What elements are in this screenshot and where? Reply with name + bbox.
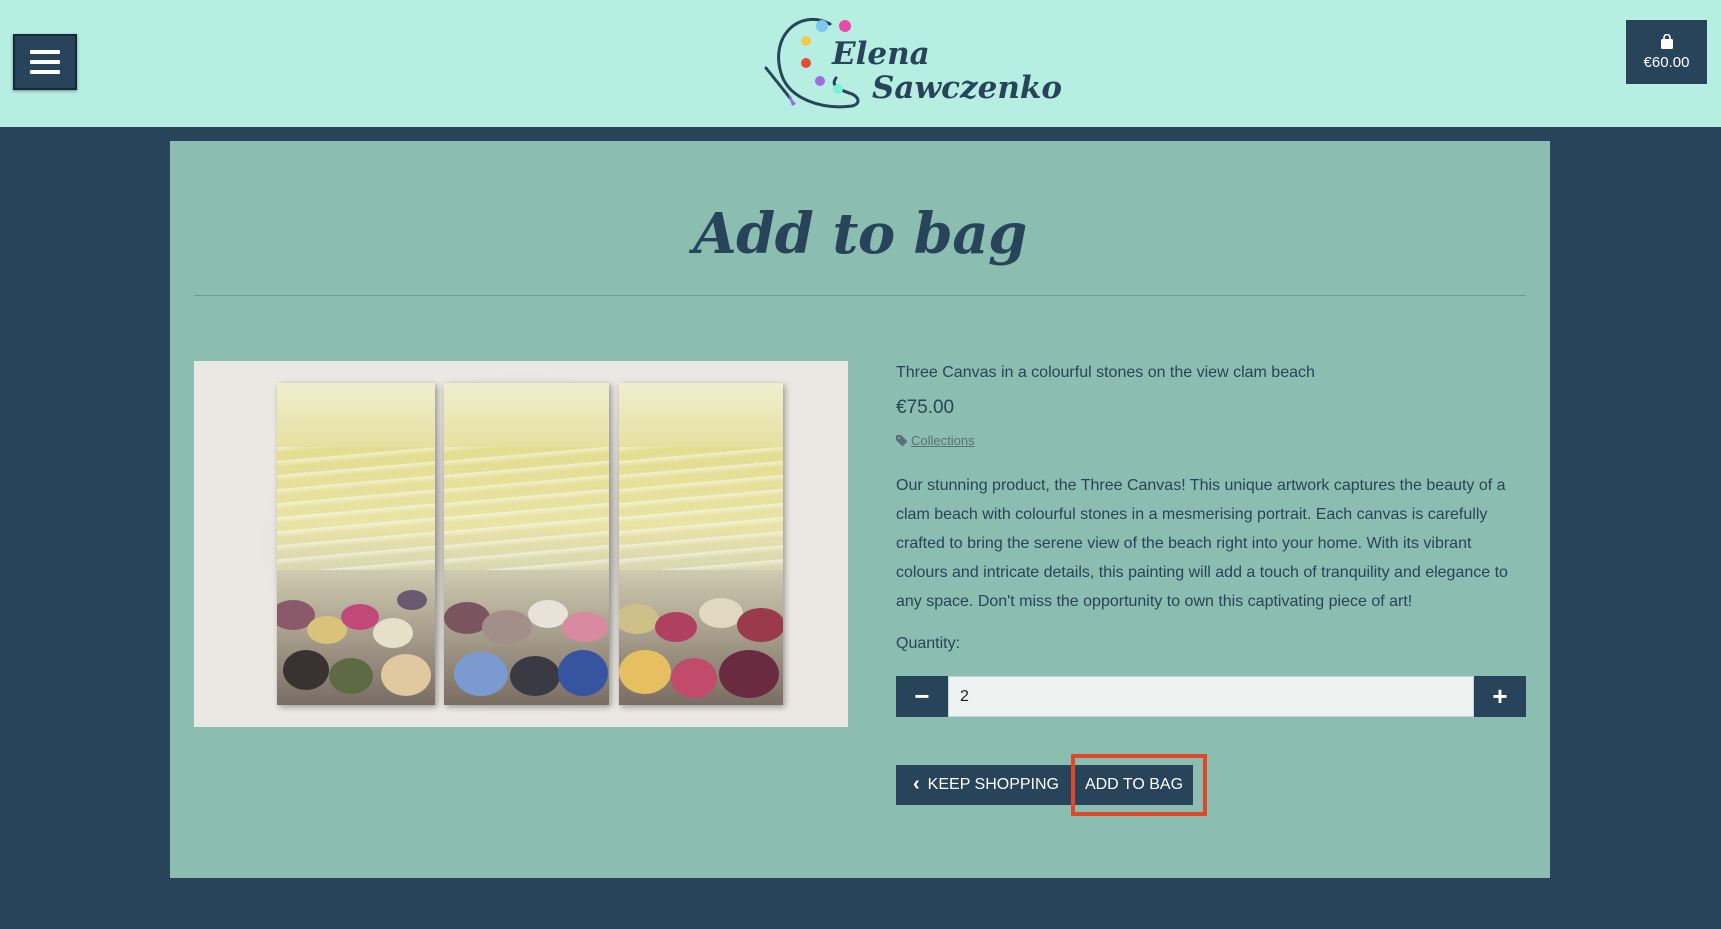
add-to-bag-button[interactable]: ADD TO BAG bbox=[1075, 765, 1193, 805]
canvas-panel bbox=[277, 383, 435, 705]
product-card: Add to bag Three Canvas in a colourful s… bbox=[170, 141, 1550, 878]
product-price: €75.00 bbox=[896, 397, 955, 418]
title-divider bbox=[194, 295, 1526, 296]
category-link[interactable]: Collections bbox=[911, 433, 975, 448]
quantity-input[interactable] bbox=[948, 676, 1474, 717]
product-description: Our stunning product, the Three Canvas! … bbox=[896, 477, 1508, 610]
product-category: Collections bbox=[896, 433, 975, 448]
quantity-stepper: − + bbox=[896, 676, 1526, 717]
decrement-quantity-button[interactable]: − bbox=[896, 676, 948, 717]
shopping-bag-button[interactable]: €60.00 bbox=[1626, 20, 1707, 84]
keep-shopping-label: KEEP SHOPPING bbox=[927, 776, 1059, 793]
quantity-label: Quantity: bbox=[896, 635, 961, 652]
logo-first-name: Elena bbox=[832, 36, 930, 72]
bag-total: €60.00 bbox=[1643, 53, 1690, 71]
chevron-left-icon: ‹ bbox=[913, 773, 920, 795]
product-name: Three Canvas in a colourful stones on th… bbox=[896, 364, 1315, 381]
menu-bar bbox=[30, 60, 60, 64]
hamburger-menu-button[interactable] bbox=[13, 34, 77, 90]
product-image bbox=[194, 361, 848, 727]
logo-last-name: Sawczenko bbox=[872, 70, 1063, 106]
site-logo[interactable]: Elena Sawczenko bbox=[760, 6, 1062, 122]
menu-bar bbox=[30, 50, 60, 54]
site-header: Elena Sawczenko €60.00 bbox=[0, 0, 1721, 127]
shopping-bag-icon bbox=[1660, 33, 1673, 49]
canvas-panel bbox=[619, 383, 783, 705]
keep-shopping-button[interactable]: ‹ KEEP SHOPPING bbox=[896, 765, 1076, 805]
page-title: Add to bag bbox=[693, 201, 1027, 267]
canvas-panel bbox=[444, 383, 609, 705]
menu-bar bbox=[30, 70, 60, 74]
increment-quantity-button[interactable]: + bbox=[1474, 676, 1526, 717]
tag-icon bbox=[896, 434, 908, 446]
